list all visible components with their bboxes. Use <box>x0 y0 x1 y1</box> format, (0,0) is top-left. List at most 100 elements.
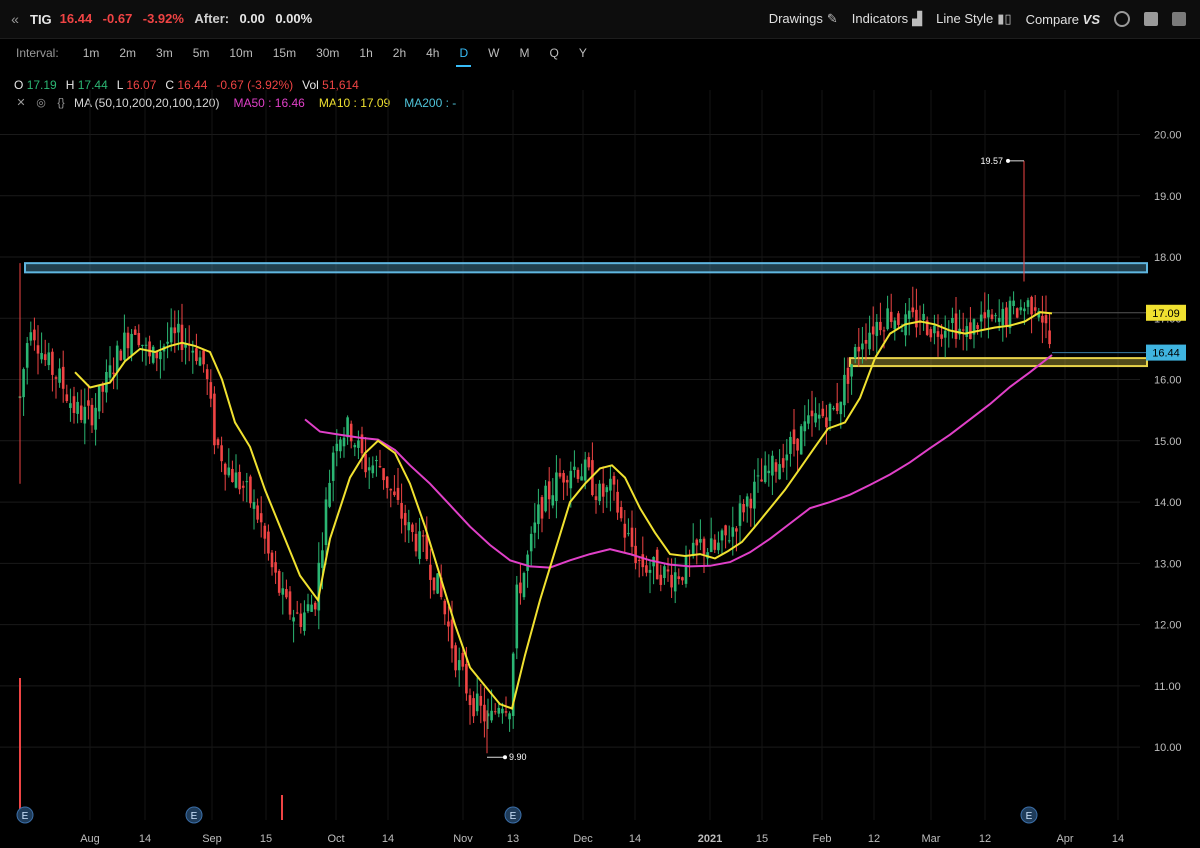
candle-body <box>835 403 839 411</box>
x-tick-label: Oct <box>327 833 344 845</box>
candle-body <box>997 317 1001 322</box>
candle-body <box>97 384 101 412</box>
candle-body <box>558 472 562 477</box>
candle-body <box>105 371 108 393</box>
candle-body <box>321 550 324 568</box>
candle-body <box>745 496 749 507</box>
candle-body <box>796 438 799 451</box>
candle-body <box>850 364 853 377</box>
candle-body <box>292 617 295 622</box>
candle-body <box>720 530 724 541</box>
candle-body <box>544 485 547 512</box>
candle-body <box>209 382 213 399</box>
candle-body <box>882 330 886 332</box>
candle-body <box>497 707 501 714</box>
candle-body <box>475 693 479 712</box>
candle-body <box>580 476 583 481</box>
candle-body <box>987 309 990 318</box>
candle-body <box>724 525 727 536</box>
candle-body <box>29 332 33 341</box>
candle-body <box>288 591 292 615</box>
candle-body <box>393 491 396 496</box>
candle-body <box>256 505 259 520</box>
low-annotation-dot <box>503 755 507 760</box>
candle-body <box>655 549 659 580</box>
candle-body <box>670 574 673 588</box>
x-tick-label: 15 <box>260 833 272 845</box>
candle-body <box>436 573 439 594</box>
candle-body <box>807 415 810 424</box>
candle-body <box>702 538 706 555</box>
candle-body <box>738 503 742 526</box>
candle-body <box>875 321 879 336</box>
candle-body <box>645 565 648 573</box>
candle-body <box>346 417 349 438</box>
candle-body <box>799 426 803 455</box>
candle-body <box>263 525 267 539</box>
candle-body <box>241 485 245 488</box>
candle-body <box>969 322 972 340</box>
candle-body <box>457 660 461 671</box>
x-tick-label: 12 <box>868 833 880 845</box>
candle-body <box>22 369 25 398</box>
candle-body <box>166 341 169 344</box>
price-chart[interactable]: 10.0011.0012.0013.0014.0015.0016.0017.00… <box>0 0 1200 848</box>
candle-body <box>47 352 51 366</box>
candle-body <box>1026 300 1030 307</box>
candle-body <box>709 538 713 552</box>
candle-body <box>897 313 900 325</box>
candle-body <box>227 467 231 476</box>
candle-body <box>65 394 69 402</box>
candle-body <box>828 403 832 421</box>
candle-body <box>526 554 529 571</box>
ma10-line <box>74 311 1053 710</box>
x-tick-label: Nov <box>453 833 473 845</box>
candle-body <box>468 695 472 706</box>
candle-body <box>832 408 835 410</box>
candle-body <box>213 393 216 446</box>
candle-body <box>979 314 983 322</box>
x-tick-label: Sep <box>202 833 222 845</box>
candle-body <box>825 417 828 428</box>
candle-body <box>871 326 875 335</box>
candle-body <box>371 465 375 474</box>
candle-body <box>583 459 587 481</box>
candle-body <box>627 533 630 535</box>
candle-body <box>951 317 954 324</box>
candle-body <box>429 564 432 580</box>
earnings-marker-label: E <box>1026 811 1033 822</box>
candle-body <box>137 333 141 346</box>
candle-body <box>295 612 299 614</box>
y-tick-label: 16.00 <box>1154 375 1182 387</box>
candle-body <box>868 332 871 350</box>
candle-body <box>130 333 133 355</box>
candle-body <box>169 327 173 343</box>
candle-body <box>1015 308 1019 318</box>
candle-body <box>742 503 745 513</box>
candle-body <box>324 499 328 545</box>
x-tick-label: 14 <box>139 833 151 845</box>
candle-body <box>465 664 468 694</box>
candle-body <box>33 329 36 341</box>
candle-body <box>1019 307 1023 311</box>
candle-body <box>36 345 40 354</box>
high-annotation-dot <box>1006 158 1010 163</box>
candle-body <box>267 531 270 554</box>
candle-body <box>943 330 947 338</box>
candle-body <box>151 346 155 363</box>
candle-body <box>90 404 94 426</box>
y-tick-label: 11.00 <box>1154 681 1181 693</box>
candle-body <box>817 414 821 419</box>
candle-body <box>605 487 609 493</box>
candle-body <box>727 540 731 542</box>
candle-body <box>364 453 367 473</box>
candle-body <box>630 527 634 547</box>
candle-body <box>1012 300 1015 307</box>
candle-body <box>900 330 904 332</box>
candle-body <box>454 645 457 671</box>
x-tick-label: Aug <box>80 833 100 845</box>
candle-body <box>72 396 76 413</box>
candle-body <box>375 459 378 462</box>
high-annotation-label: 19.57 <box>980 156 1003 166</box>
candle-body <box>418 531 421 559</box>
